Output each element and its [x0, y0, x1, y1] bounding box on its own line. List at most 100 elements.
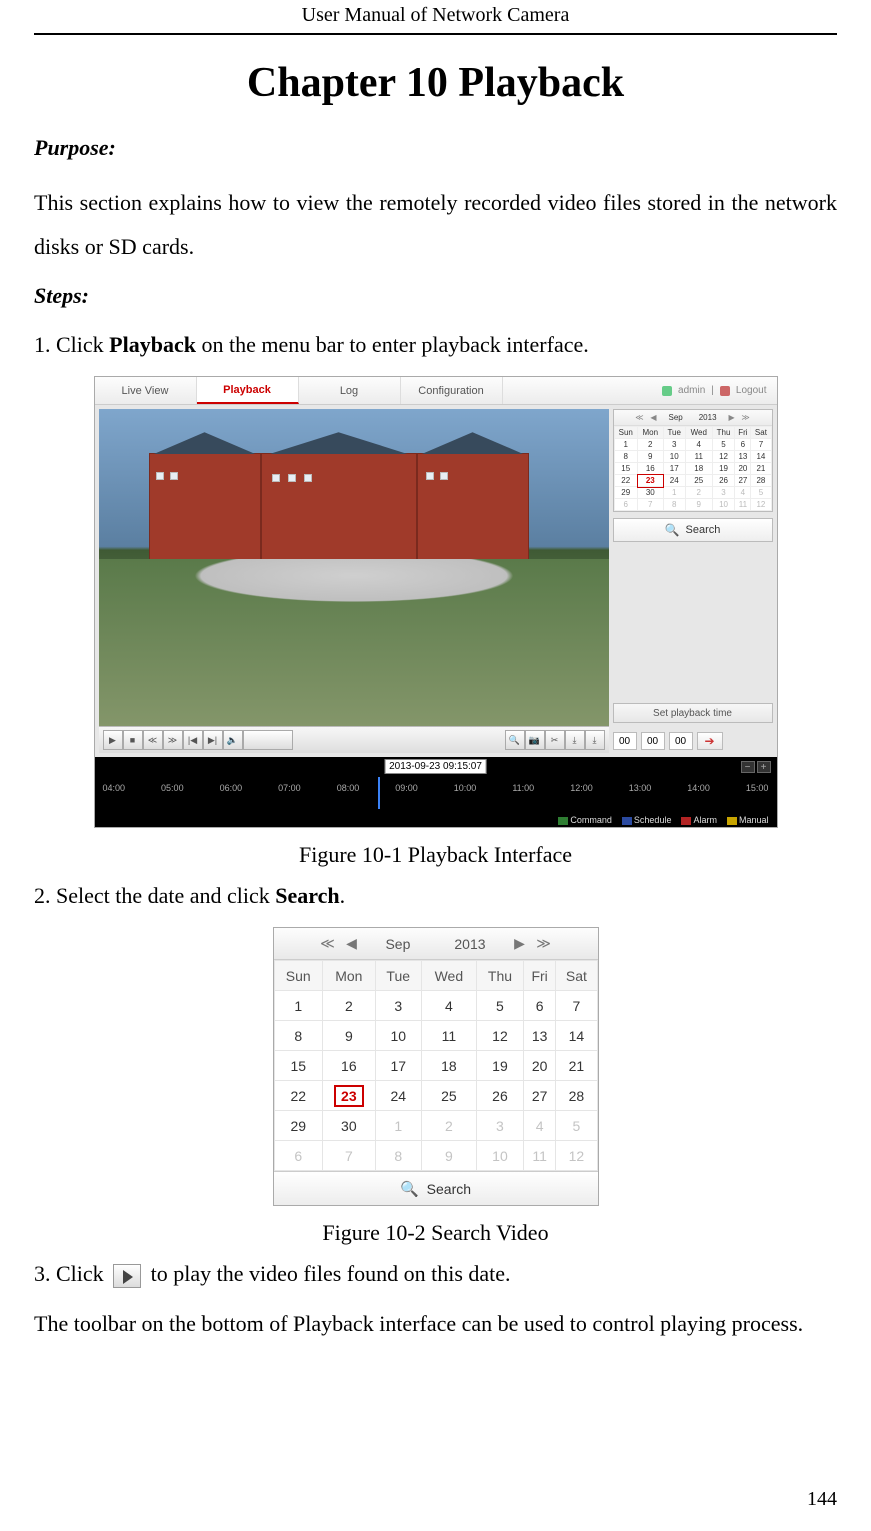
cal-day[interactable]: 12 — [751, 499, 771, 511]
cal-day[interactable]: 3 — [663, 439, 685, 451]
tab-liveview[interactable]: Live View — [95, 377, 197, 404]
cal-day[interactable]: 1 — [614, 439, 638, 451]
cal-day[interactable]: 6 — [614, 499, 638, 511]
cal-day[interactable]: 3 — [476, 1111, 523, 1141]
cal-day[interactable]: 12 — [712, 451, 735, 463]
time-mm[interactable] — [641, 732, 665, 750]
cal-day[interactable]: 1 — [663, 487, 685, 499]
zoom-button[interactable]: 🔍 — [505, 730, 525, 750]
cal-day[interactable]: 13 — [523, 1021, 555, 1051]
cal-day[interactable]: 20 — [523, 1051, 555, 1081]
cal-day[interactable]: 25 — [685, 475, 712, 487]
cal-day[interactable]: 3 — [375, 991, 421, 1021]
cal-day[interactable]: 7 — [556, 991, 597, 1021]
clip-button[interactable]: ✂ — [545, 730, 565, 750]
time-hh[interactable] — [613, 732, 637, 750]
cal-day[interactable]: 4 — [523, 1111, 555, 1141]
stepfwd-button[interactable]: ▶| — [203, 730, 223, 750]
cal-day[interactable]: 14 — [556, 1021, 597, 1051]
timeline[interactable]: 2013-09-23 09:15:07 − + 04:0005:0006:000… — [95, 757, 777, 827]
cal-day[interactable]: 18 — [421, 1051, 476, 1081]
cal-day[interactable]: 21 — [556, 1051, 597, 1081]
cal-day[interactable]: 17 — [375, 1051, 421, 1081]
cal-day[interactable]: 16 — [638, 463, 664, 475]
cal-day[interactable]: 6 — [274, 1141, 322, 1171]
timeline-zoom-in[interactable]: + — [757, 761, 771, 773]
cal-day[interactable]: 24 — [663, 475, 685, 487]
fast-button[interactable]: ≫ — [163, 730, 183, 750]
cal-day[interactable]: 14 — [751, 451, 771, 463]
cal-day[interactable]: 8 — [375, 1141, 421, 1171]
cal-day[interactable]: 8 — [614, 451, 638, 463]
cal-day[interactable]: 2 — [685, 487, 712, 499]
cal-day[interactable]: 11 — [523, 1141, 555, 1171]
cal-day[interactable]: 22 — [614, 475, 638, 487]
cal-day[interactable]: 30 — [638, 487, 664, 499]
cal-day[interactable]: 15 — [614, 463, 638, 475]
cal-day[interactable]: 1 — [375, 1111, 421, 1141]
cal-day[interactable]: 2 — [638, 439, 664, 451]
tab-configuration[interactable]: Configuration — [401, 377, 503, 404]
big-cal-prev-icon[interactable]: ◀ — [343, 935, 359, 952]
cal-day[interactable]: 1 — [274, 991, 322, 1021]
cal-day[interactable]: 2 — [421, 1111, 476, 1141]
cal-day[interactable]: 12 — [556, 1141, 597, 1171]
cal-day[interactable]: 11 — [735, 499, 751, 511]
cal-day[interactable]: 4 — [421, 991, 476, 1021]
cal-day[interactable]: 12 — [476, 1021, 523, 1051]
cal-day[interactable]: 25 — [421, 1081, 476, 1111]
stepback-button[interactable]: |◀ — [183, 730, 203, 750]
cal-day[interactable]: 2 — [322, 991, 375, 1021]
cal-next-icon[interactable]: ▶ — [727, 413, 737, 422]
cal-day[interactable]: 5 — [751, 487, 771, 499]
stop-button[interactable]: ■ — [123, 730, 143, 750]
cal-day[interactable]: 9 — [685, 499, 712, 511]
big-search-button[interactable]: 🔍 Search — [274, 1171, 598, 1205]
cal-day[interactable]: 11 — [685, 451, 712, 463]
cal-day[interactable]: 27 — [523, 1081, 555, 1111]
time-ss[interactable] — [669, 732, 693, 750]
cal-day[interactable]: 24 — [375, 1081, 421, 1111]
cal-day[interactable]: 29 — [614, 487, 638, 499]
cal-day[interactable]: 4 — [735, 487, 751, 499]
cal-day[interactable]: 23 — [638, 475, 664, 487]
cal-day[interactable]: 6 — [523, 991, 555, 1021]
cal-day[interactable]: 10 — [663, 451, 685, 463]
slow-button[interactable]: ≪ — [143, 730, 163, 750]
cal-day[interactable]: 3 — [712, 487, 735, 499]
side-search-button[interactable]: 🔍 Search — [613, 518, 773, 542]
cal-day[interactable]: 5 — [476, 991, 523, 1021]
cal-day[interactable]: 27 — [735, 475, 751, 487]
cal-day[interactable]: 26 — [476, 1081, 523, 1111]
timeline-zoom-out[interactable]: − — [741, 761, 755, 773]
download-button[interactable]: ⤓ — [565, 730, 585, 750]
cal-day[interactable]: 21 — [751, 463, 771, 475]
volume-slider[interactable] — [243, 730, 293, 750]
cal-day[interactable]: 5 — [556, 1111, 597, 1141]
big-cal-last-icon[interactable]: ≫ — [536, 935, 552, 952]
cal-day[interactable]: 11 — [421, 1021, 476, 1051]
cal-day[interactable]: 22 — [274, 1081, 322, 1111]
cal-day[interactable]: 10 — [712, 499, 735, 511]
cal-day[interactable]: 29 — [274, 1111, 322, 1141]
cal-day[interactable]: 8 — [663, 499, 685, 511]
timeline-cursor[interactable] — [378, 777, 380, 809]
cal-day[interactable]: 23 — [322, 1081, 375, 1111]
cal-day[interactable]: 20 — [735, 463, 751, 475]
cal-day[interactable]: 26 — [712, 475, 735, 487]
cal-day[interactable]: 16 — [322, 1051, 375, 1081]
cal-day[interactable]: 13 — [735, 451, 751, 463]
cal-day[interactable]: 7 — [638, 499, 664, 511]
cal-day[interactable]: 18 — [685, 463, 712, 475]
logout-link[interactable]: Logout — [736, 385, 767, 396]
cal-day[interactable]: 7 — [751, 439, 771, 451]
cal-day[interactable]: 4 — [685, 439, 712, 451]
cal-day[interactable]: 8 — [274, 1021, 322, 1051]
cal-day[interactable]: 19 — [476, 1051, 523, 1081]
cal-day[interactable]: 6 — [735, 439, 751, 451]
mute-button[interactable]: 🔈 — [223, 730, 243, 750]
time-go-button[interactable]: ➔ — [697, 732, 723, 750]
tab-playback[interactable]: Playback — [197, 377, 299, 404]
cal-day[interactable]: 7 — [322, 1141, 375, 1171]
cal-first-icon[interactable]: ≪ — [634, 413, 644, 422]
